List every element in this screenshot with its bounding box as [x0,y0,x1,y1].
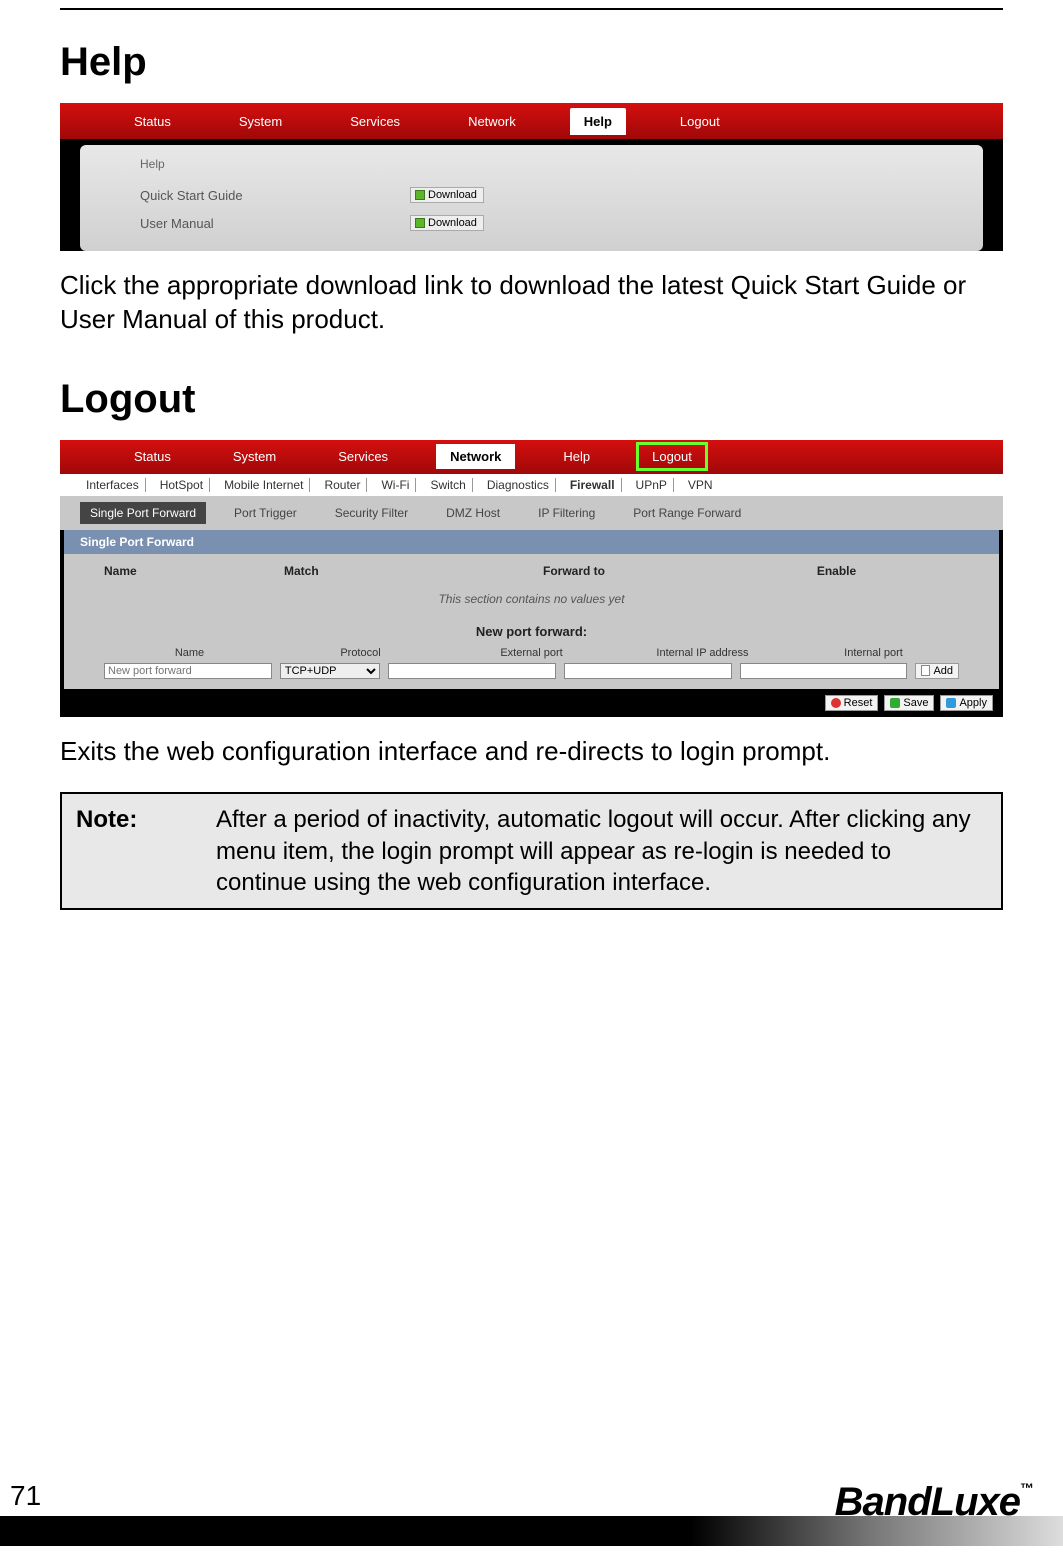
nav2-help[interactable]: Help [549,444,604,469]
subnav-switch[interactable]: Switch [424,478,472,492]
apply-label: Apply [959,697,987,709]
th-forward-to: Forward to [434,564,714,578]
help-description: Click the appropriate download link to d… [60,269,1003,337]
firewall-tabs: Single Port Forward Port Trigger Securit… [60,496,1003,530]
note-label: Note: [76,804,216,898]
nav2-system[interactable]: System [219,444,290,469]
brand-text: BandLuxe [835,1480,1020,1524]
empty-message: This section contains no values yet [64,588,999,620]
apply-icon [946,698,956,708]
tab-dmz-host[interactable]: DMZ Host [436,502,510,524]
tab-port-range-forward[interactable]: Port Range Forward [623,502,751,524]
save-button[interactable]: Save [884,695,934,711]
protocol-select[interactable]: TCP+UDP [280,663,380,679]
note-box: Note: After a period of inactivity, auto… [60,792,1003,910]
add-icon [921,665,930,676]
quick-start-download-button[interactable]: Download [410,187,484,203]
single-port-forward-panel: Single Port Forward Name Match Forward t… [64,530,999,689]
download-icon [415,218,425,228]
npf-label-protocol: Protocol [275,647,446,659]
logout-description: Exits the web configuration interface an… [60,735,1003,769]
nav-help[interactable]: Help [570,108,626,135]
reset-icon [831,698,841,708]
download-icon [415,190,425,200]
nav-network[interactable]: Network [454,108,530,135]
subnav-mobile-internet[interactable]: Mobile Internet [218,478,310,492]
nav-logout[interactable]: Logout [666,108,734,135]
screenshot-help: Status System Services Network Help Logo… [60,103,1003,251]
download-label: Download [428,189,477,201]
th-name: Name [104,564,284,578]
apply-button[interactable]: Apply [940,695,993,711]
npf-label-name: Name [104,647,275,659]
tab-ip-filtering[interactable]: IP Filtering [528,502,605,524]
subnav-hotspot[interactable]: HotSpot [154,478,210,492]
reset-button[interactable]: Reset [825,695,879,711]
subnav-interfaces[interactable]: Interfaces [80,478,146,492]
subnav-diagnostics[interactable]: Diagnostics [481,478,556,492]
user-manual-download-button[interactable]: Download [410,215,484,231]
nav-system[interactable]: System [225,108,296,135]
add-label: Add [933,665,953,677]
nav-services[interactable]: Services [336,108,414,135]
action-buttons: Reset Save Apply [60,689,1003,711]
reset-label: Reset [844,697,873,709]
subnav: Interfaces HotSpot Mobile Internet Route… [60,474,1003,496]
section-logout-title: Logout [60,377,1003,422]
nav2-logout[interactable]: Logout [638,444,706,469]
save-icon [890,698,900,708]
page-footer: 71 BandLuxe™ [0,1480,1063,1550]
tab-security-filter[interactable]: Security Filter [325,502,418,524]
row-user-manual: User Manual Download [140,209,923,237]
add-button[interactable]: Add [915,663,959,679]
logout-nav: Status System Services Network Help Logo… [60,440,1003,474]
page-top-rule [60,8,1003,10]
new-port-forward-title: New port forward: [64,620,999,647]
nav2-status[interactable]: Status [120,444,185,469]
name-input[interactable] [104,663,272,679]
npf-label-internal-ip: Internal IP address [617,647,788,659]
internal-port-input[interactable] [740,663,908,679]
trademark: ™ [1020,1480,1033,1496]
internal-ip-input[interactable] [564,663,732,679]
subnav-firewall[interactable]: Firewall [564,478,622,492]
user-manual-label: User Manual [140,216,410,231]
table-header: Name Match Forward to Enable [64,554,999,588]
th-match: Match [284,564,434,578]
help-body: Help Quick Start Guide Download User Man… [80,145,983,251]
save-label: Save [903,697,928,709]
nav2-services[interactable]: Services [324,444,402,469]
npf-label-internal-port: Internal port [788,647,959,659]
nav-status[interactable]: Status [120,108,185,135]
npf-inputs: TCP+UDP Add [64,659,999,679]
subnav-router[interactable]: Router [318,478,367,492]
page-number: 71 [10,1480,41,1512]
subnav-vpn[interactable]: VPN [682,478,719,492]
row-quick-start: Quick Start Guide Download [140,181,923,209]
note-body: After a period of inactivity, automatic … [216,804,987,898]
brand-logo: BandLuxe™ [835,1480,1033,1525]
download-label: Download [428,217,477,229]
panel-header: Single Port Forward [64,530,999,554]
subnav-upnp[interactable]: UPnP [630,478,674,492]
section-help-title: Help [60,40,1003,85]
npf-label-external-port: External port [446,647,617,659]
screenshot-logout: Status System Services Network Help Logo… [60,440,1003,717]
nav2-network[interactable]: Network [436,444,515,469]
help-nav: Status System Services Network Help Logo… [60,103,1003,139]
quick-start-label: Quick Start Guide [140,188,410,203]
external-port-input[interactable] [388,663,556,679]
tab-port-trigger[interactable]: Port Trigger [224,502,307,524]
help-subheader: Help [140,153,923,181]
th-enable: Enable [714,564,959,578]
tab-single-port-forward[interactable]: Single Port Forward [80,502,206,524]
npf-labels: Name Protocol External port Internal IP … [64,647,999,659]
subnav-wifi[interactable]: Wi-Fi [375,478,416,492]
